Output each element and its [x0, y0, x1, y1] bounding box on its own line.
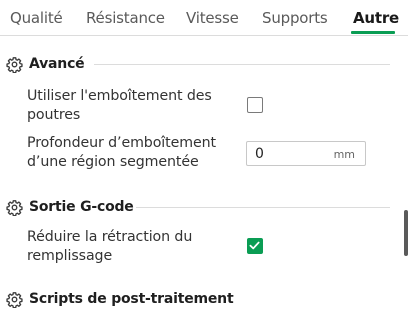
section-gcode-divider [136, 207, 390, 208]
section-gcode-header[interactable]: Sortie G-code [6, 197, 134, 217]
interlocking-depth-field[interactable]: mm [246, 141, 366, 166]
interlocking-depth-unit: mm [333, 148, 355, 161]
interlocking-depth-input[interactable] [255, 144, 325, 163]
reduce-infill-retraction-label-line1: Réduire la rétraction du [27, 229, 193, 245]
gear-icon [6, 199, 23, 216]
tab-strength[interactable]: Résistance [86, 9, 165, 27]
tab-bar: Qualité Résistance Vitesse Supports Autr… [0, 0, 408, 36]
reduce-infill-retraction-label-line2: remplissage [27, 248, 113, 264]
beam-interlocking-label-line2: poutres [27, 107, 81, 123]
active-tab-indicator [351, 31, 395, 34]
check-icon [249, 241, 260, 250]
tab-speed[interactable]: Vitesse [186, 9, 239, 27]
beam-interlocking-checkbox[interactable] [247, 97, 263, 113]
tab-other[interactable]: Autre [353, 9, 399, 27]
section-post-processing-title: Scripts de post-traitement [29, 291, 234, 307]
interlocking-depth-label-line2: d’une région segmentée [27, 154, 199, 170]
reduce-infill-retraction-label: Réduire la rétraction du remplissage [27, 228, 192, 266]
gear-icon [6, 56, 23, 73]
reduce-infill-retraction-checkbox[interactable] [247, 238, 263, 254]
beam-interlocking-label: Utiliser l'emboîtement des poutres [27, 87, 212, 125]
section-post-processing-header[interactable]: Scripts de post-traitement [6, 289, 234, 309]
beam-interlocking-label-line1: Utiliser l'emboîtement des [27, 88, 212, 104]
section-gcode-title: Sortie G-code [29, 199, 134, 215]
section-advanced-divider [94, 64, 390, 65]
section-advanced-title: Avancé [29, 56, 85, 72]
tab-supports[interactable]: Supports [262, 9, 328, 27]
gear-icon [6, 291, 23, 308]
interlocking-depth-label: Profondeur d’emboîtement d’une région se… [27, 134, 216, 172]
scrollbar-thumb[interactable] [404, 210, 408, 256]
tab-quality[interactable]: Qualité [10, 9, 63, 27]
interlocking-depth-label-line1: Profondeur d’emboîtement [27, 135, 216, 151]
section-advanced-header[interactable]: Avancé [6, 54, 85, 74]
